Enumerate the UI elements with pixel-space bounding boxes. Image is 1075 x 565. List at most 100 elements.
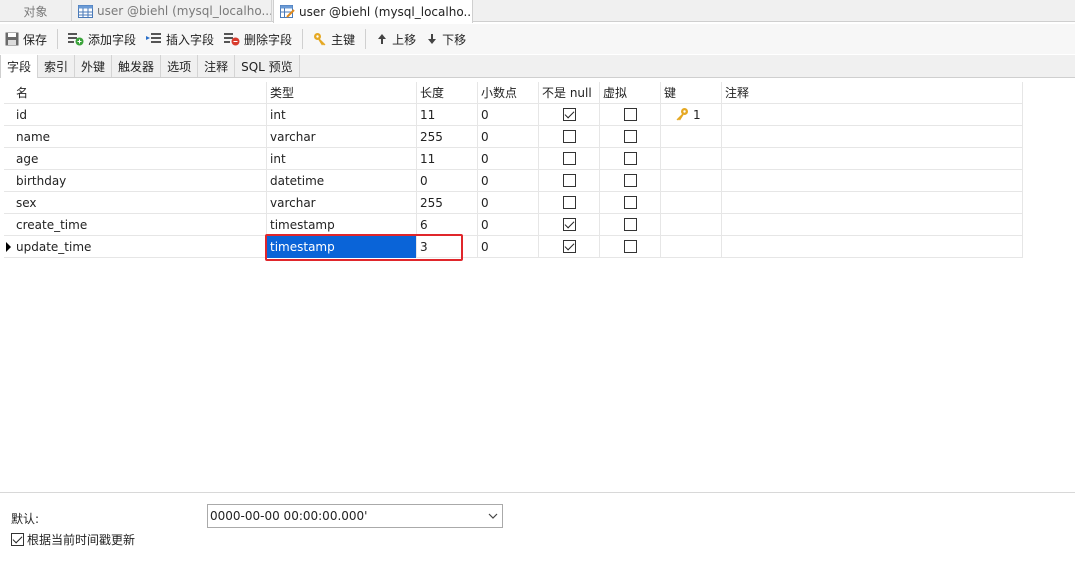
field-type-cell[interactable]: timestamp (266, 214, 416, 236)
field-key-cell[interactable] (660, 192, 721, 214)
field-not-null-cell[interactable] (538, 192, 599, 214)
virtual-checkbox[interactable] (624, 196, 637, 209)
field-type-cell[interactable]: timestamp (266, 236, 416, 258)
field-comment-cell[interactable] (721, 148, 1023, 170)
field-comment-cell[interactable] (721, 192, 1023, 214)
field-virtual-cell[interactable] (599, 192, 660, 214)
field-key-cell[interactable] (660, 148, 721, 170)
tab-objects[interactable]: 对象 (0, 0, 72, 22)
field-not-null-cell[interactable] (538, 236, 599, 258)
table-row[interactable]: create_time timestamp 6 0 (4, 214, 1023, 236)
field-comment-cell[interactable] (721, 236, 1023, 258)
tab-user-table-1[interactable]: user @biehl (mysql_localho... (72, 0, 272, 22)
field-key-cell[interactable] (660, 170, 721, 192)
field-virtual-cell[interactable] (599, 104, 660, 126)
field-type-cell[interactable]: varchar (266, 192, 416, 214)
not-null-checkbox[interactable] (563, 152, 576, 165)
virtual-checkbox[interactable] (624, 152, 637, 165)
field-name-cell[interactable]: update_time (4, 236, 266, 258)
delete-field-button[interactable]: 删除字段 (219, 27, 297, 51)
field-not-null-cell[interactable] (538, 170, 599, 192)
field-not-null-cell[interactable] (538, 214, 599, 236)
table-row[interactable]: age int 11 0 (4, 148, 1023, 170)
field-length-cell[interactable]: 11 (416, 148, 477, 170)
field-decimals-cell[interactable]: 0 (477, 214, 538, 236)
tab-indexes[interactable]: 索引 (38, 55, 76, 77)
update-on-timestamp-checkbox[interactable]: 根据当前时间戳更新 (11, 531, 135, 548)
table-row[interactable]: update_time timestamp 3 0 (4, 236, 1023, 258)
field-decimals-cell[interactable]: 0 (477, 170, 538, 192)
primary-key-button[interactable]: 主键 (308, 27, 360, 51)
field-length-cell[interactable]: 255 (416, 192, 477, 214)
field-type-cell[interactable]: int (266, 104, 416, 126)
field-decimals-cell[interactable]: 0 (477, 126, 538, 148)
field-decimals-cell[interactable]: 0 (477, 148, 538, 170)
header-virtual[interactable]: 虚拟 (599, 82, 660, 104)
field-key-cell[interactable] (660, 126, 721, 148)
save-button[interactable]: 保存 (0, 27, 52, 51)
virtual-checkbox[interactable] (624, 130, 637, 143)
field-not-null-cell[interactable] (538, 104, 599, 126)
tab-triggers[interactable]: 触发器 (112, 55, 162, 77)
tab-sql-preview[interactable]: SQL 预览 (235, 55, 300, 77)
field-comment-cell[interactable] (721, 126, 1023, 148)
not-null-checkbox[interactable] (563, 108, 576, 121)
field-type-cell[interactable]: datetime (266, 170, 416, 192)
checkbox-checked-icon[interactable] (11, 533, 24, 546)
table-row[interactable]: id int 11 0 1 (4, 104, 1023, 126)
field-comment-cell[interactable] (721, 170, 1023, 192)
field-length-cell[interactable]: 11 (416, 104, 477, 126)
field-key-cell[interactable] (660, 236, 721, 258)
field-type-cell[interactable]: varchar (266, 126, 416, 148)
not-null-checkbox[interactable] (563, 174, 576, 187)
field-name-cell[interactable]: sex (4, 192, 266, 214)
tab-user-design[interactable]: user @biehl (mysql_localho... (273, 0, 473, 23)
chevron-down-icon[interactable] (488, 511, 498, 521)
virtual-checkbox[interactable] (624, 108, 637, 121)
field-virtual-cell[interactable] (599, 236, 660, 258)
field-decimals-cell[interactable]: 0 (477, 104, 538, 126)
field-name-cell[interactable]: birthday (4, 170, 266, 192)
not-null-checkbox[interactable] (563, 196, 576, 209)
field-name-cell[interactable]: age (4, 148, 266, 170)
field-virtual-cell[interactable] (599, 148, 660, 170)
tab-foreign-keys[interactable]: 外键 (75, 55, 113, 77)
default-value-combobox[interactable]: 0000-00-00 00:00:00.000' (207, 504, 503, 528)
tab-options[interactable]: 选项 (161, 55, 199, 77)
tab-comment[interactable]: 注释 (198, 55, 236, 77)
header-length[interactable]: 长度 (416, 82, 477, 104)
field-name-cell[interactable]: name (4, 126, 266, 148)
field-not-null-cell[interactable] (538, 148, 599, 170)
table-row[interactable]: sex varchar 255 0 (4, 192, 1023, 214)
field-name-cell[interactable]: id (4, 104, 266, 126)
field-comment-cell[interactable] (721, 104, 1023, 126)
table-row[interactable]: name varchar 255 0 (4, 126, 1023, 148)
field-virtual-cell[interactable] (599, 126, 660, 148)
not-null-checkbox[interactable] (563, 218, 576, 231)
field-length-cell[interactable]: 0 (416, 170, 477, 192)
field-not-null-cell[interactable] (538, 126, 599, 148)
field-length-cell[interactable]: 3 (416, 236, 477, 258)
virtual-checkbox[interactable] (624, 174, 637, 187)
add-field-button[interactable]: 添加字段 (63, 27, 141, 51)
table-row[interactable]: birthday datetime 0 0 (4, 170, 1023, 192)
tab-fields[interactable]: 字段 (0, 55, 39, 78)
move-down-button[interactable]: 下移 (421, 27, 471, 51)
not-null-checkbox[interactable] (563, 240, 576, 253)
not-null-checkbox[interactable] (563, 130, 576, 143)
field-type-cell[interactable]: int (266, 148, 416, 170)
move-up-button[interactable]: 上移 (371, 27, 421, 51)
field-key-cell[interactable] (660, 214, 721, 236)
field-name-cell[interactable]: create_time (4, 214, 266, 236)
field-virtual-cell[interactable] (599, 214, 660, 236)
header-comment[interactable]: 注释 (721, 82, 1023, 104)
insert-field-button[interactable]: 插入字段 (141, 27, 219, 51)
field-key-cell[interactable]: 1 (660, 104, 721, 126)
field-length-cell[interactable]: 6 (416, 214, 477, 236)
header-not-null[interactable]: 不是 null (538, 82, 599, 104)
field-length-cell[interactable]: 255 (416, 126, 477, 148)
header-key[interactable]: 键 (660, 82, 721, 104)
field-virtual-cell[interactable] (599, 170, 660, 192)
header-decimals[interactable]: 小数点 (477, 82, 538, 104)
header-name[interactable]: 名 (4, 82, 266, 104)
